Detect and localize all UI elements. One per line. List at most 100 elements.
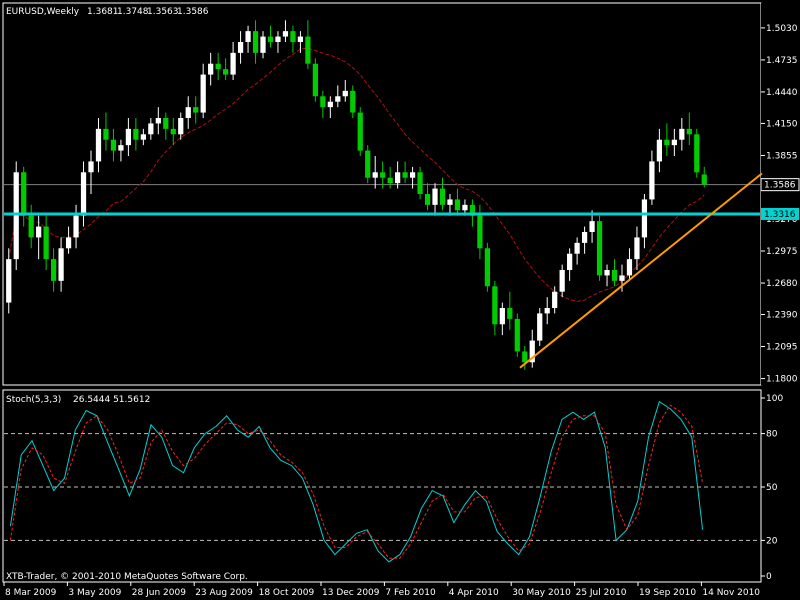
symbol-label: EURUSD,Weekly [6,7,80,17]
candle-body [656,139,663,162]
support-price-label: 1.3316 [764,210,796,220]
x-tick-label: 19 Sep 2010 [639,588,696,598]
candle-body [664,139,670,146]
current-price-label: 1.3586 [764,181,796,191]
candle-body [395,172,401,184]
candle-body [447,199,453,205]
candle-body [387,177,393,184]
candle-body [185,107,191,118]
candle-body [223,69,229,75]
candle-body [178,118,184,135]
candle-body [424,194,431,205]
candle-body [95,128,102,162]
candle-body [65,237,72,249]
candle-body [454,199,461,211]
price-tick-label: 1.2095 [766,343,798,353]
candle-body [125,128,132,146]
candle-body [103,128,109,140]
candle-body [544,308,550,314]
candle-body [6,259,12,303]
candle-body [589,221,595,232]
candle-body [484,248,490,287]
candle-body [686,128,692,135]
candle-body [701,174,707,185]
candle-body [507,308,513,319]
support-price-tag: 1.3316 [761,207,799,220]
candle-body [312,63,318,97]
stochastic-values: 26.5444 51.5612 [73,395,150,405]
candle-body [200,74,206,113]
candle-body [350,90,356,113]
candle-body [43,226,49,260]
ohlc-open: 1.3681 [87,7,119,17]
candle-body [305,36,311,64]
stochastic-title: Stoch(5,3,3) [6,395,61,405]
price-tick-label: 1.4735 [766,56,798,66]
candle-body [267,36,274,42]
candle-body [679,128,685,140]
x-tick-label: 18 Oct 2009 [259,588,315,598]
candle-body [522,351,528,363]
candle-body [282,31,289,37]
x-tick-label: 3 May 2009 [68,588,121,598]
candle-body [148,123,154,135]
candle-body [462,204,468,211]
candle-body [671,139,677,146]
x-tick-label: 4 Apr 2010 [449,588,499,598]
stochastic-tick-label: 0 [766,572,772,582]
candle-body [357,112,363,151]
candle-body [409,172,416,178]
candle-body [604,270,610,276]
ohlc-high: 1.3748 [117,7,149,17]
price-tick-label: 1.2975 [766,247,798,257]
copyright-label: XTB-Trader, © 2001-2010 MetaQuotes Softw… [6,572,248,582]
candle-body [432,188,438,205]
candle-body [559,270,565,292]
ohlc-close: 1.3586 [177,7,209,17]
candle-body [163,118,169,129]
candle-body [297,36,304,42]
price-tick-label: 1.4150 [766,119,798,129]
candle-body [694,134,700,173]
candle-body [492,286,498,325]
candle-body [237,42,244,53]
candle-body [73,215,79,238]
x-tick-label: 7 Feb 2010 [385,588,436,598]
candle-body [215,63,221,70]
candle-body [245,31,251,42]
candle-body [417,172,423,194]
candle-body [402,172,408,178]
x-tick-label: 28 Jun 2009 [132,588,186,598]
candle-body [581,232,588,243]
candle-body [110,139,117,151]
stochastic-tick-label: 100 [766,394,783,404]
candle-body [88,161,94,173]
current-price-tag: 1.3586 [760,178,800,192]
candle-body [380,172,386,178]
candle-body [13,172,19,260]
candle-body [140,134,146,140]
candle-body [327,101,333,108]
candle-body [252,31,259,53]
x-tick-label: 25 Jul 2010 [576,588,627,598]
candle-body [619,275,625,281]
candle-body [649,161,655,200]
candle-body [28,215,34,238]
x-tick-label: 23 Aug 2009 [195,588,253,598]
price-tick-label: 1.5030 [766,24,798,34]
price-tick-label: 1.2390 [766,311,798,321]
candle-body [230,52,236,75]
candle-body [342,90,348,97]
candle-body [290,31,296,42]
candle-body [21,172,27,216]
candle-body [58,248,64,281]
stochastic-tick-label: 80 [766,430,778,440]
candle-body [641,199,648,238]
candle-body [208,63,214,75]
candle-body [155,118,161,124]
candle-body [626,259,633,276]
x-tick-label: 30 May 2010 [512,588,571,598]
candle-body [80,172,87,216]
x-tick-label: 13 Dec 2009 [322,588,380,598]
price-tick-label: 1.2680 [766,279,798,289]
